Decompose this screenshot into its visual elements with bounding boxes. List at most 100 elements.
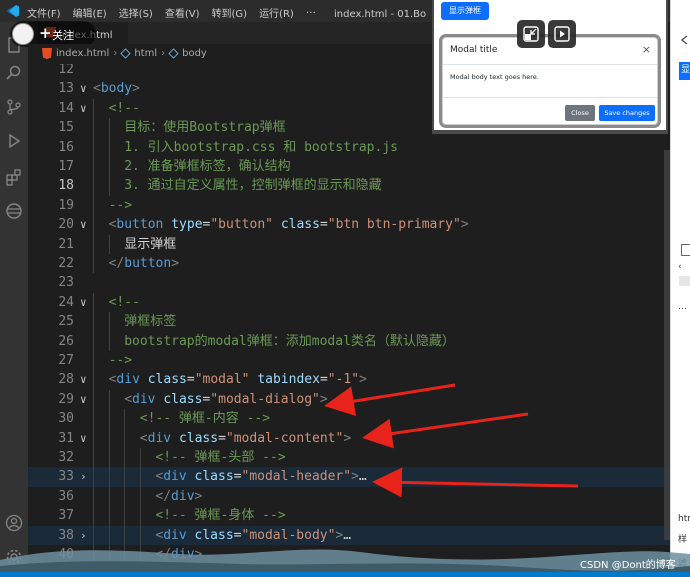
menu-more[interactable]: … (306, 5, 316, 20)
code-line[interactable]: 30 <!-- 弹框-内容 --> (28, 409, 670, 429)
menu-file[interactable]: 文件(F) (27, 5, 61, 20)
line-number: 36 (58, 488, 74, 504)
source-control-icon[interactable] (5, 98, 23, 116)
play-video-button[interactable] (548, 20, 576, 48)
code-text: 弹框标签 (124, 312, 176, 331)
code-line[interactable]: 20 ∨ <button type="button" class="btn btn-… (28, 215, 670, 235)
fold-chevron-icon[interactable]: ∨ (80, 79, 87, 98)
code-text: 显示弹框 (124, 235, 176, 254)
fold-chevron-icon[interactable]: ∨ (80, 370, 87, 389)
element-icon (168, 48, 179, 59)
code-token: --> (108, 353, 133, 368)
indent-guide (108, 118, 110, 138)
code-line[interactable]: 31 ∨ <div class="modal-content"> (28, 428, 670, 448)
indent-guide (108, 389, 110, 410)
chevron-right-icon: › (113, 48, 118, 59)
fold-chevron-icon[interactable]: ∨ (80, 429, 87, 448)
code-line[interactable]: 37 <!-- 弹框-身体 --> (28, 506, 670, 526)
code-editor[interactable]: 12 13 ∨ <body> 14 ∨ <!-- 15 目标：使用Bootstrap弹框 16 1.… (28, 64, 670, 577)
fold-chevron-icon[interactable]: ∨ (80, 390, 87, 409)
breadcrumb-html[interactable]: html (134, 48, 157, 59)
fold-chevron-icon[interactable]: ∨ (80, 293, 87, 312)
code-token: div (171, 488, 195, 504)
inspect-icon[interactable] (681, 244, 690, 256)
code-line[interactable]: 22 </button> (28, 254, 670, 274)
code-line[interactable]: 16 1. 引入bootstrap.css 和 bootstrap.js (28, 137, 670, 157)
menu-selection[interactable]: 选择(S) (119, 5, 153, 20)
line-number: 30 (58, 411, 74, 427)
account-icon[interactable] (5, 514, 23, 532)
line-number: 37 (58, 508, 74, 524)
extensions-icon[interactable] (5, 168, 23, 186)
code-line[interactable]: 33 › <div class="modal-header">… (28, 467, 670, 487)
menu-view[interactable]: 查看(V) (165, 5, 200, 20)
back-arrow-icon[interactable] (679, 34, 690, 46)
code-text: <div class="modal" tabindex="-1"> (109, 370, 367, 389)
line-number: 24 (58, 294, 74, 310)
indent-guide (93, 467, 94, 487)
code-token: 弹框标签 (124, 314, 177, 330)
window-title: index.html - 01.Bootstrap弹 (334, 9, 426, 20)
code-text: --> (109, 196, 132, 215)
indent-guide (93, 409, 94, 429)
browser-preview-icon[interactable] (5, 202, 23, 220)
fold-chevron-icon[interactable]: ∨ (80, 215, 87, 234)
code-line[interactable]: 23 (28, 273, 670, 292)
code-text: <!-- 弹框-头部 --> (155, 448, 285, 467)
indent-guide (93, 486, 94, 507)
code-line[interactable]: 29 ∨ <div class="modal-dialog"> (28, 389, 670, 410)
indent-guide (93, 331, 94, 351)
element-icon (120, 48, 131, 59)
line-number: 13 (58, 81, 74, 97)
menu-run[interactable]: 运行(R) (259, 5, 294, 20)
indent-guide (108, 486, 110, 507)
watermark: CSDN @Dont的博客 (580, 560, 676, 571)
code-token: button (116, 217, 164, 233)
search-icon[interactable] (5, 64, 23, 82)
html-tab-label[interactable]: htm (678, 514, 690, 524)
code-text: 2. 准备弹框标签，确认结构 (124, 157, 290, 176)
code-line[interactable]: 26 bootstrap的modal弹框：添加modal类名（默认隐藏） (28, 331, 670, 351)
code-line[interactable]: 36 </div> (28, 486, 670, 507)
play-icon (554, 26, 570, 42)
code-text: <!-- 弹框-内容 --> (140, 409, 270, 428)
line-number: 22 (58, 256, 74, 271)
breadcrumb-body[interactable]: body (182, 48, 207, 59)
line-number: 25 (58, 314, 74, 330)
code-token: tabindex (257, 372, 320, 388)
code-line[interactable]: 17 2. 准备弹框标签，确认结构 (28, 157, 670, 177)
save-changes-button[interactable]: Save changes (599, 105, 655, 121)
code-line[interactable]: 25 弹框标签 (28, 312, 670, 332)
modal-close-button[interactable]: Close (565, 105, 595, 121)
modal-close-icon[interactable]: × (642, 43, 651, 56)
code-line[interactable]: 28 ∨ <div class="modal" tabindex="-1"> (28, 370, 670, 390)
code-line[interactable]: 32 <!-- 弹框-头部 --> (28, 448, 670, 468)
code-line[interactable]: 21 显示弹框 (28, 234, 670, 254)
code-line[interactable]: 27 --> (28, 351, 670, 371)
line-number: 32 (58, 450, 74, 465)
code-line[interactable]: 19 --> (28, 195, 670, 216)
code-line[interactable]: 24 ∨ <!-- (28, 292, 670, 313)
code-token: </ (155, 488, 172, 504)
code-token: class (178, 430, 219, 446)
menu-goto[interactable]: 转到(G) (212, 5, 248, 20)
breadcrumb-file[interactable]: index.html (56, 48, 109, 59)
fold-chevron-icon[interactable]: ∨ (80, 99, 87, 118)
menu-edit[interactable]: 编辑(E) (73, 5, 107, 20)
exit-pip-button[interactable] (517, 20, 545, 48)
indent-guide (93, 428, 94, 448)
show-modal-button[interactable]: 显示弹框 (441, 2, 489, 20)
more-dots[interactable]: … (678, 302, 687, 312)
code-token: > (171, 256, 180, 271)
devtools-pane: 显 ‹ … htm 样 滤 (670, 0, 690, 577)
indent-guide (108, 428, 110, 448)
indent-guide (93, 137, 94, 157)
code-token: > (319, 391, 328, 407)
indent-guide (124, 467, 126, 487)
indent-guide (139, 506, 141, 526)
run-debug-icon[interactable] (5, 132, 23, 150)
code-line[interactable]: 18 3. 通过自定义属性，控制弹框的显示和隐藏 (28, 176, 670, 196)
fold-chevron-icon[interactable]: › (80, 467, 87, 486)
code-token: 2. 准备弹框标签，确认结构 (124, 159, 291, 174)
